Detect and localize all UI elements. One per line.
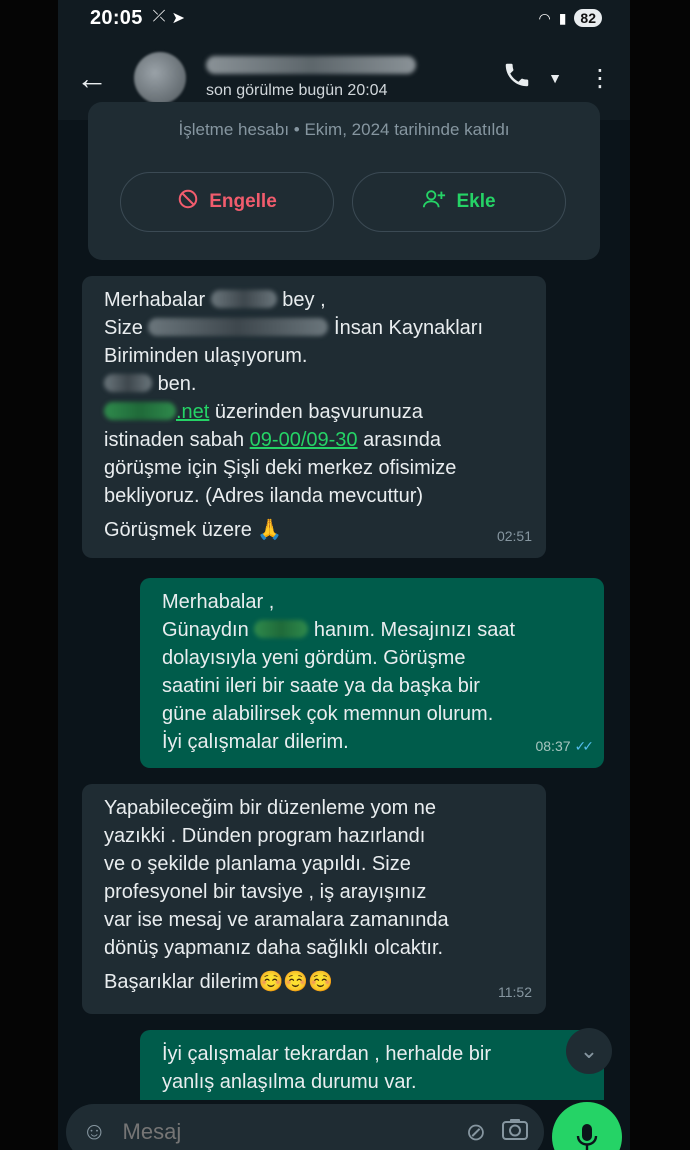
message-bubble[interactable]: İyi çalışmalar tekrardan , herhalde bir … (140, 1030, 604, 1110)
add-label: Ekle (456, 191, 496, 212)
scroll-down-icon[interactable]: ⌄ (566, 1028, 612, 1074)
back-arrow-icon[interactable]: ← (76, 60, 116, 97)
input-bar: ☺ ⊘ (58, 1100, 630, 1150)
call-dropdown-icon[interactable]: ▼ (548, 70, 562, 86)
add-contact-button[interactable]: Ekle (352, 172, 566, 232)
signal-icon: ▮ (558, 9, 567, 26)
status-time: 20:05 (90, 6, 143, 29)
add-person-icon (422, 188, 446, 216)
missed-call-icon: ⤫ (152, 8, 166, 25)
emoji-icon[interactable]: ☺ (82, 1118, 107, 1146)
message-time: 02:51 (496, 528, 532, 544)
contact-name-redacted (206, 56, 416, 74)
block-button[interactable]: Engelle (120, 172, 334, 232)
message-input[interactable] (122, 1119, 383, 1145)
frame-left (0, 0, 58, 1150)
message-bubble[interactable]: Merhabalar , Günaydın hanım. Mesajınızı … (140, 578, 604, 768)
send-icon: ➤ (171, 10, 185, 27)
message-composer: ☺ ⊘ (66, 1104, 544, 1150)
block-label: Engelle (209, 191, 277, 212)
frame-right (630, 0, 690, 1150)
business-account-info: İşletme hesabı • Ekim, 2024 tarihinde ka… (178, 120, 510, 139)
redacted-link (104, 402, 176, 420)
redacted-text (148, 318, 329, 336)
time-range-link[interactable]: 09-00/09-30 (250, 429, 358, 451)
status-bar: 20:05 ⤫ ➤ ◠ ▮ 82 (58, 0, 630, 36)
message-time: 11:52 (498, 984, 532, 1000)
wifi-icon: ◠ (538, 9, 551, 26)
message-list: Merhabalar bey , Size İnsan Kaynakları B… (58, 262, 630, 1110)
chat-screen: 20:05 ⤫ ➤ ◠ ▮ 82 ← son görülme bugün 20:… (58, 0, 630, 1150)
message-bubble[interactable]: Yapabileceğim bir düzenleme yom ne yazık… (82, 784, 546, 1014)
attach-icon[interactable]: ⊘ (466, 1118, 486, 1147)
read-receipt-icon: ✓✓ (574, 738, 595, 754)
contact-info[interactable]: son görülme bugün 20:04 (206, 56, 416, 100)
more-options-icon[interactable]: ⋮ (588, 64, 612, 93)
block-icon (177, 188, 199, 216)
website-link[interactable]: .net (176, 401, 209, 423)
battery-level: 82 (574, 9, 602, 27)
avatar[interactable] (134, 52, 186, 104)
last-seen-status: son görülme bugün 20:04 (206, 82, 388, 99)
redacted-text (210, 290, 277, 308)
camera-icon[interactable] (502, 1118, 528, 1147)
redacted-text (254, 620, 309, 638)
message-bubble[interactable]: Merhabalar bey , Size İnsan Kaynakları B… (82, 276, 546, 558)
microphone-icon[interactable] (552, 1102, 622, 1150)
redacted-text (104, 374, 152, 392)
message-time: 08:37 (535, 738, 571, 754)
call-icon[interactable] (502, 60, 532, 97)
business-info-card: İşletme hesabı • Ekim, 2024 tarihinde ka… (88, 102, 600, 260)
